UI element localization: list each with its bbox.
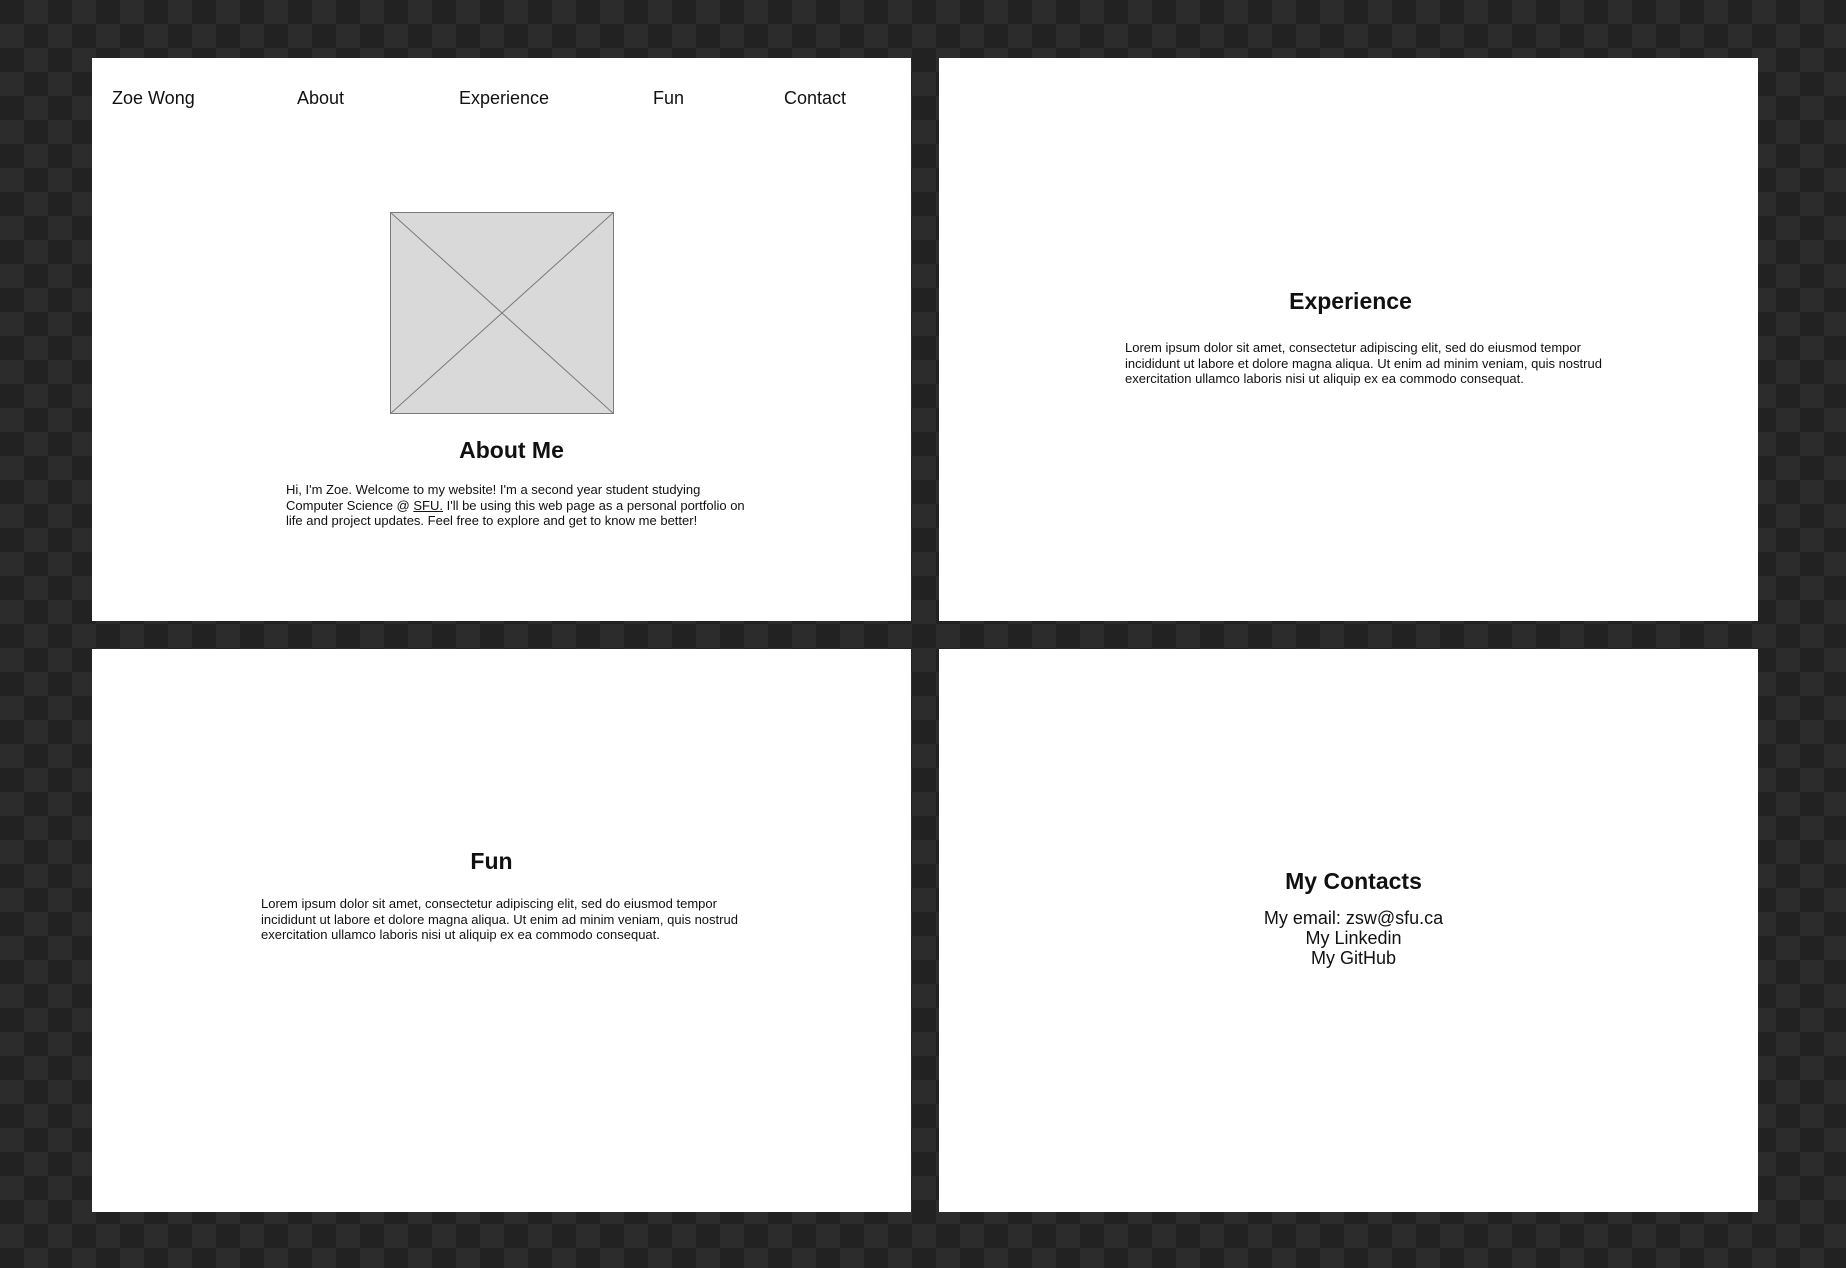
fun-paragraph: Lorem ipsum dolor sit amet, consectetur …: [261, 896, 738, 942]
experience-heading: Experience: [1289, 288, 1412, 314]
about-paragraph: Hi, I'm Zoe. Welcome to my website! I'm …: [286, 482, 748, 529]
nav-link-fun[interactable]: Fun: [653, 86, 684, 110]
contact-heading: My Contacts: [1285, 868, 1422, 894]
experience-frame: Experience Lorem ipsum dolor sit amet, c…: [939, 58, 1758, 621]
contact-github-link[interactable]: My GitHub: [944, 948, 1763, 968]
nav-link-contact[interactable]: Contact: [784, 86, 846, 110]
contact-list: My email: zsw@sfu.ca My Linkedin My GitH…: [944, 908, 1763, 968]
nav-link-about[interactable]: About: [297, 86, 344, 110]
image-placeholder-icon: [390, 212, 614, 414]
nav-site-name[interactable]: Zoe Wong: [112, 86, 195, 110]
nav-link-experience[interactable]: Experience: [459, 86, 549, 110]
contact-email[interactable]: My email: zsw@sfu.ca: [944, 908, 1763, 928]
fun-frame: Fun Lorem ipsum dolor sit amet, consecte…: [92, 649, 911, 1212]
contact-linkedin-link[interactable]: My Linkedin: [944, 928, 1763, 948]
about-heading: About Me: [459, 437, 564, 463]
contact-frame: My Contacts My email: zsw@sfu.ca My Link…: [939, 649, 1758, 1212]
experience-paragraph: Lorem ipsum dolor sit amet, consectetur …: [1125, 340, 1602, 386]
sfu-link[interactable]: SFU.: [413, 498, 443, 513]
fun-heading: Fun: [470, 848, 513, 874]
about-frame: Zoe Wong About Experience Fun Contact Ab…: [92, 58, 911, 621]
